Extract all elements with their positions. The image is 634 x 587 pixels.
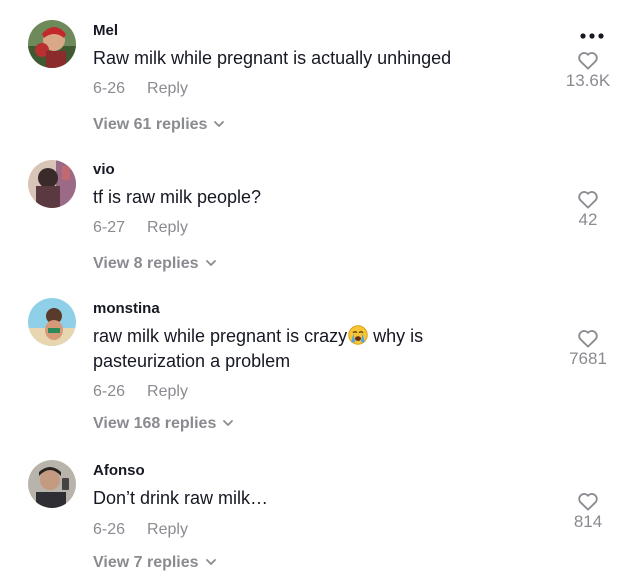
like-group: 814: [558, 491, 618, 532]
comment-meta: 6-26 Reply: [93, 383, 188, 401]
comment-date: 6-26: [93, 521, 126, 538]
avatar[interactable]: [28, 460, 76, 508]
like-group: 13.6K: [558, 50, 618, 91]
like-count: 42: [578, 210, 598, 229]
username[interactable]: vio: [93, 161, 115, 178]
like-count: 814: [573, 512, 603, 531]
comment-text: Don’t drink raw milk…: [93, 488, 269, 508]
avatar[interactable]: [28, 20, 76, 68]
username[interactable]: Afonso: [93, 462, 145, 479]
reply-button[interactable]: Reply: [147, 521, 188, 538]
comment-text: raw milk while pregnant is crazy why is …: [93, 324, 493, 374]
chevron-down-icon: [213, 115, 225, 133]
username[interactable]: Mel: [93, 22, 118, 39]
comment-meta: 6-27 Reply: [93, 219, 188, 237]
view-replies-label: View 8 replies: [93, 255, 199, 272]
like-count: 7681: [569, 349, 607, 368]
chevron-down-icon: [205, 553, 217, 571]
heart-outline-icon[interactable]: [577, 189, 599, 209]
loudly-crying-face-emoji: [348, 325, 368, 345]
chevron-down-icon: [205, 254, 217, 272]
view-replies-button[interactable]: View 168 replies: [93, 414, 234, 433]
view-replies-button[interactable]: View 7 replies: [93, 553, 217, 572]
heart-outline-icon[interactable]: [577, 328, 599, 348]
comment-text: tf is raw milk people?: [93, 187, 262, 207]
view-replies-button[interactable]: View 61 replies: [93, 115, 225, 134]
avatar[interactable]: [28, 160, 76, 208]
comment-meta: 6-26 Reply: [93, 80, 188, 98]
view-replies-label: View 168 replies: [93, 415, 217, 432]
like-group: 7681: [558, 328, 618, 369]
view-replies-button[interactable]: View 8 replies: [93, 254, 217, 273]
comment-date: 6-27: [93, 219, 126, 236]
comment-meta: 6-26 Reply: [93, 521, 188, 539]
username[interactable]: monstina: [93, 300, 160, 317]
more-options-icon[interactable]: [580, 26, 604, 44]
reply-button[interactable]: Reply: [147, 383, 188, 400]
view-replies-label: View 61 replies: [93, 116, 208, 133]
heart-outline-icon[interactable]: [577, 50, 599, 70]
comment-date: 6-26: [93, 383, 126, 400]
heart-outline-icon[interactable]: [577, 491, 599, 511]
comment-date: 6-26: [93, 80, 126, 97]
like-count: 13.6K: [565, 71, 611, 90]
avatar[interactable]: [28, 298, 76, 346]
reply-button[interactable]: Reply: [147, 80, 188, 97]
view-replies-label: View 7 replies: [93, 554, 199, 571]
reply-button[interactable]: Reply: [147, 219, 188, 236]
comment-text: Raw milk while pregnant is actually unhi…: [93, 48, 452, 68]
chevron-down-icon: [222, 414, 234, 432]
like-group: 42: [558, 189, 618, 230]
comment-text-part: raw milk while pregnant is crazy: [93, 326, 348, 346]
